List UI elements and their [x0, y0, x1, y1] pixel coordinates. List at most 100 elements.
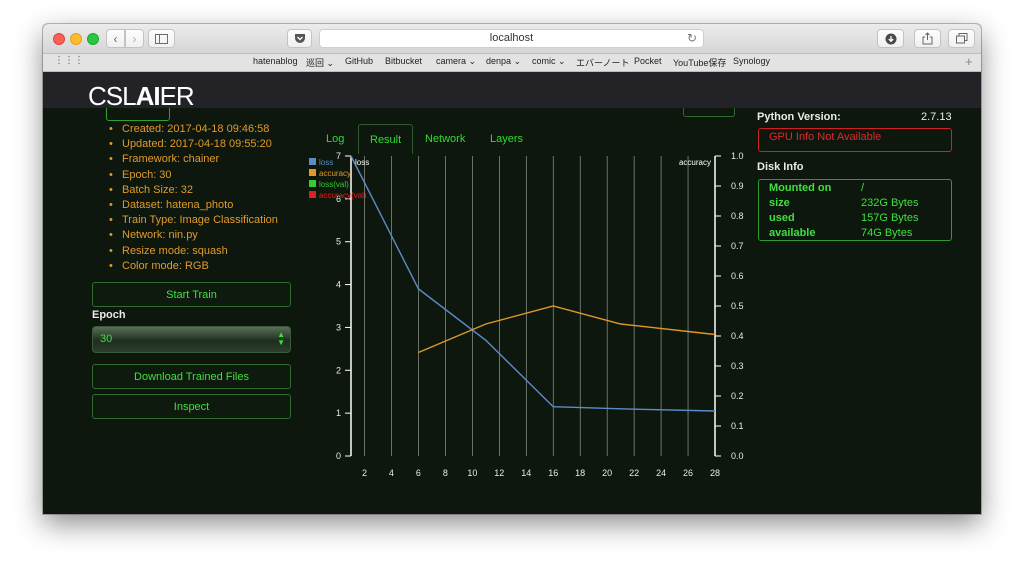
right-tick-label: 0.0: [731, 451, 744, 461]
bookmark-comic[interactable]: comic ⌄: [532, 56, 566, 67]
x-tick-label: 22: [629, 468, 639, 478]
tabs-overview-button[interactable]: [948, 29, 975, 48]
left-tick-label: 4: [336, 280, 341, 290]
x-tick-label: 28: [710, 468, 720, 478]
right-tick-label: 0.3: [731, 361, 744, 371]
bookmark-pocket[interactable]: Pocket: [634, 56, 662, 66]
bookmark-bitbucket[interactable]: Bitbucket: [385, 56, 422, 66]
right-tick-label: 0.6: [731, 271, 744, 281]
disk-key: Mounted on: [769, 182, 832, 194]
series-line-loss: [350, 155, 716, 412]
downloads-button[interactable]: [877, 29, 904, 48]
series-line-accuracy: [418, 305, 716, 354]
left-tick-label: 0: [336, 451, 341, 461]
bookmark-youtube[interactable]: YouTube保存: [673, 56, 726, 69]
address-bar[interactable]: localhost ↻: [319, 29, 704, 48]
legend-label: accuracy: [319, 169, 351, 178]
bookmark-synology[interactable]: Synology: [733, 56, 770, 66]
bookmark-denpa[interactable]: denpa ⌄: [486, 56, 521, 67]
bookmark-github[interactable]: GitHub: [345, 56, 373, 66]
browser-titlebar: ‹ › localhost ↻: [43, 24, 981, 54]
bookmark-hatenablog[interactable]: hatenablog: [253, 56, 298, 66]
training-chart: 2 4 6 8 10 12 14 16 18 20 22 24 26 2801234567loss0.00…: [309, 151, 744, 478]
info-updated: Updated: 2017-04-18 09:55:20: [107, 137, 278, 152]
pocket-icon: [294, 34, 305, 43]
share-button[interactable]: [914, 29, 941, 48]
disk-value: 232G Bytes: [861, 197, 919, 209]
bookmark-evernote[interactable]: エバーノート: [576, 56, 629, 69]
right-tick-label: 0.9: [731, 181, 744, 191]
chevron-left-icon: ‹: [113, 31, 118, 46]
legend-swatch: [309, 191, 316, 198]
left-tick-label: 5: [336, 237, 341, 247]
info-resize-mode: Resize mode: squash: [107, 244, 278, 259]
pocket-button[interactable]: [287, 29, 312, 48]
chart-lines: [350, 155, 716, 412]
left-tick-label: 1: [336, 408, 341, 418]
chevron-right-icon: ›: [132, 31, 137, 46]
x-tick-label: 4: [389, 468, 394, 478]
right-tick-label: 0.8: [731, 211, 744, 221]
right-tick-label: 0.7: [731, 241, 744, 251]
info-dataset: Dataset: hatena_photo: [107, 198, 278, 213]
left-tick-label: 2: [336, 365, 341, 375]
inspect-button[interactable]: Inspect: [92, 394, 291, 419]
disk-key: used: [769, 212, 795, 224]
minimize-window-button[interactable]: [70, 33, 82, 45]
url-text: localhost: [489, 32, 534, 44]
left-tick-label: 7: [336, 151, 341, 161]
epoch-label: Epoch: [92, 309, 126, 321]
logo-suffix: ER: [159, 81, 195, 111]
disk-info-box: Mounted on / size 232G Bytes used 157G B…: [758, 179, 952, 241]
status-button-partial[interactable]: [106, 108, 170, 121]
disk-value: 74G Bytes: [861, 227, 913, 239]
x-tick-label: 14: [521, 468, 531, 478]
share-icon: [922, 32, 933, 45]
python-version-label: Python Version:: [757, 111, 841, 123]
x-tick-label: 26: [683, 468, 693, 478]
bookmarks-bar: ⋮⋮⋮ hatenablog 巡回 ⌄ GitHub Bitbucket cam…: [43, 54, 981, 72]
info-epoch: Epoch: 30: [107, 168, 278, 183]
top-right-button-partial[interactable]: [683, 108, 735, 117]
x-tick-label: 18: [575, 468, 585, 478]
disk-value: 157G Bytes: [861, 212, 919, 224]
x-tick-label: 10: [467, 468, 477, 478]
legend-swatch: [309, 180, 316, 187]
x-tick-label: 12: [494, 468, 504, 478]
reload-icon[interactable]: ↻: [687, 30, 697, 47]
disk-info-title: Disk Info: [757, 161, 804, 173]
x-tick-label: 16: [548, 468, 558, 478]
legend-label: accuracy(val): [319, 191, 367, 200]
right-tick-label: 0.4: [731, 331, 744, 341]
model-info-list: Created: 2017-04-18 09:46:58 Updated: 20…: [107, 122, 278, 274]
chart-axes: 2 4 6 8 10 12 14 16 18 20 22 24 26 2801234567loss0.00…: [336, 151, 744, 478]
info-train-type: Train Type: Image Classification: [107, 213, 278, 228]
info-framework: Framework: chainer: [107, 152, 278, 167]
right-tick-label: 1.0: [731, 151, 744, 161]
zoom-window-button[interactable]: [87, 33, 99, 45]
chart-grid: [364, 156, 716, 456]
epoch-select[interactable]: 30 ▲ ▼: [92, 326, 291, 353]
info-network: Network: nin.py: [107, 228, 278, 243]
forward-button[interactable]: ›: [125, 29, 144, 48]
add-bookmark-icon[interactable]: +: [965, 54, 973, 69]
disk-key: available: [769, 227, 816, 239]
sidebar-toggle-button[interactable]: [148, 29, 175, 48]
start-train-button[interactable]: Start Train: [92, 282, 291, 307]
bookmark-camera[interactable]: camera ⌄: [436, 56, 476, 67]
back-button[interactable]: ‹: [106, 29, 125, 48]
gpu-info-alert: GPU Info Not Available: [758, 128, 952, 152]
bookmark-junkai[interactable]: 巡回 ⌄: [306, 56, 334, 69]
download-icon: [885, 33, 896, 44]
logo-prefix: CSL: [88, 81, 137, 111]
legend-swatch: [309, 169, 316, 176]
close-window-button[interactable]: [53, 33, 65, 45]
disk-value: /: [861, 182, 865, 194]
legend-label: loss(val): [319, 180, 349, 189]
download-trained-files-button[interactable]: Download Trained Files: [92, 364, 291, 389]
x-tick-label: 6: [416, 468, 421, 478]
grid-apps-icon[interactable]: ⋮⋮⋮: [54, 55, 84, 66]
x-tick-label: 24: [656, 468, 666, 478]
right-tick-label: 0.5: [731, 301, 744, 311]
info-batch-size: Batch Size: 32: [107, 183, 278, 198]
